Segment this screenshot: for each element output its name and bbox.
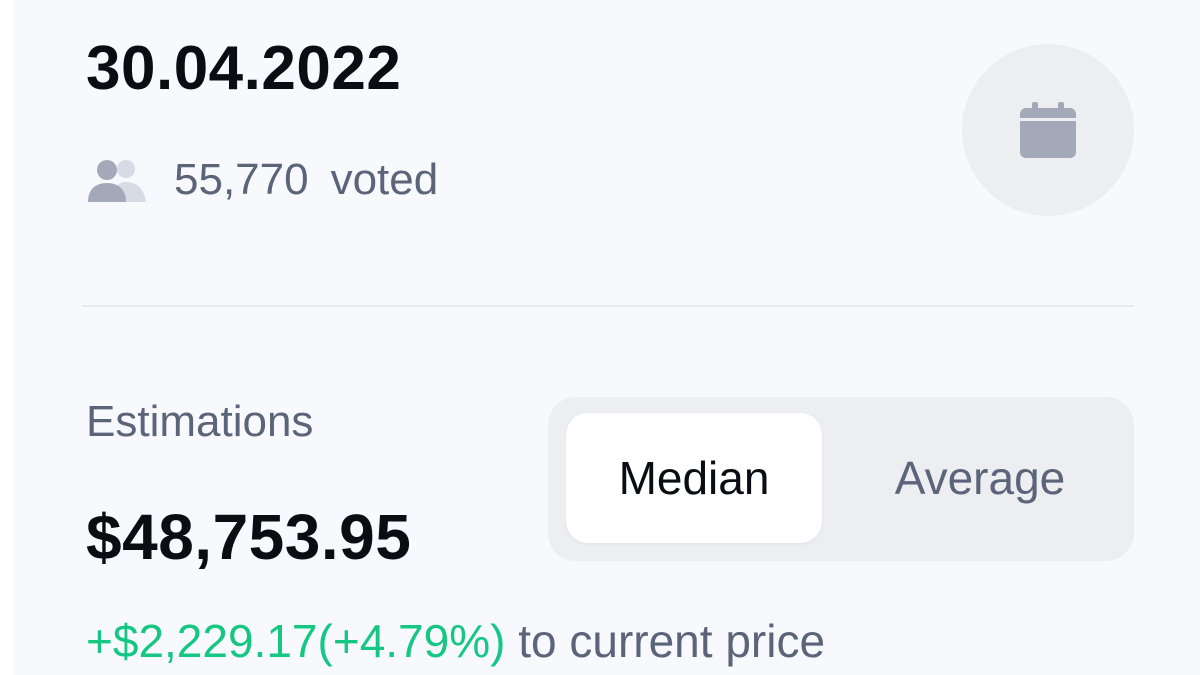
change-suffix: to current price bbox=[518, 615, 826, 667]
price-change: +$2,229.17(+4.79%) to current price bbox=[86, 618, 825, 664]
change-amount: +$2,229.17 bbox=[86, 615, 318, 667]
estimation-mode-toggle: Median Average bbox=[548, 397, 1134, 561]
change-percent: (+4.79%) bbox=[317, 615, 506, 667]
average-toggle-option[interactable]: Average bbox=[848, 413, 1112, 543]
calendar-icon bbox=[1020, 102, 1076, 158]
voted-label: voted bbox=[330, 155, 439, 204]
voted-count: 55,770 bbox=[174, 155, 309, 204]
voters-row: 55,770 voted bbox=[86, 150, 438, 210]
median-toggle-option[interactable]: Median bbox=[566, 413, 822, 543]
prediction-card: 30.04.2022 55,770 voted Estimations Medi… bbox=[14, 0, 1200, 675]
prediction-date: 30.04.2022 bbox=[86, 34, 402, 103]
calendar-button[interactable] bbox=[962, 44, 1134, 216]
estimations-label: Estimations bbox=[86, 397, 314, 446]
users-icon bbox=[88, 160, 146, 202]
estimated-price: $48,753.95 bbox=[86, 501, 412, 573]
section-divider bbox=[82, 305, 1134, 307]
